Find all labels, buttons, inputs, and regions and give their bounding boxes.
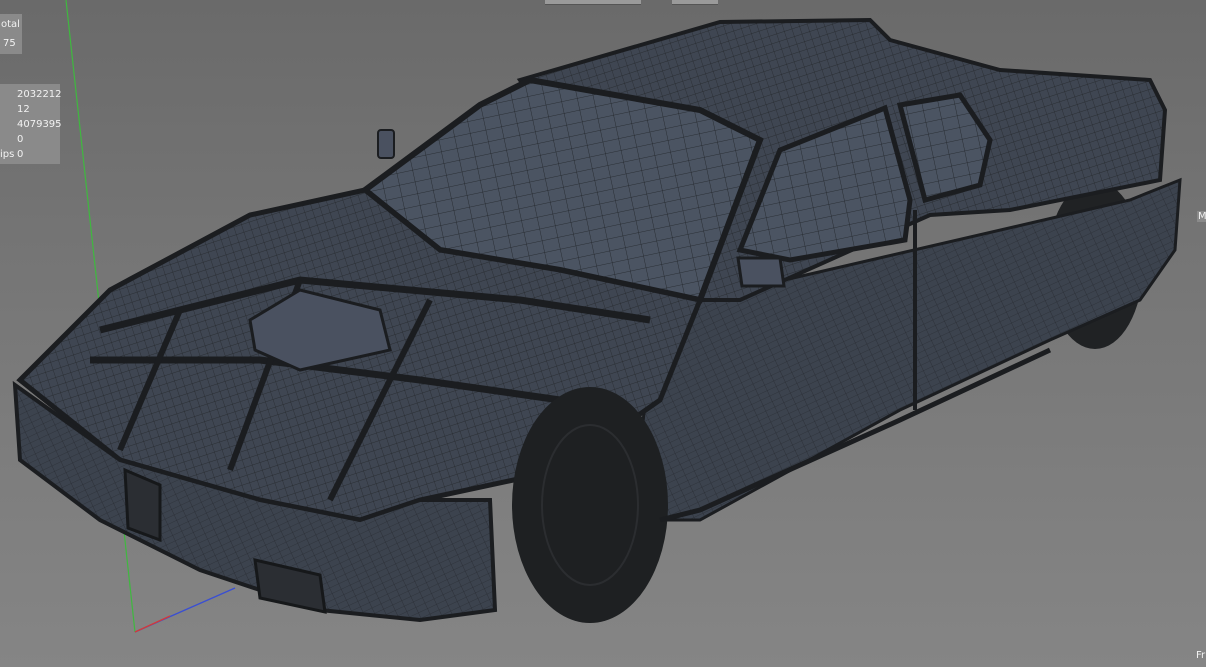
side-mirror-left [377,129,395,159]
axis-gizmo-icon [134,587,236,633]
front-wheel [512,387,668,623]
side-mirror-right [736,256,786,288]
axis-gizmo-z [134,615,171,633]
3d-viewport[interactable]: otal 75 2032212 12 4079395 0 ips 0 M Fr [0,0,1206,667]
scene-render [12,0,1182,633]
